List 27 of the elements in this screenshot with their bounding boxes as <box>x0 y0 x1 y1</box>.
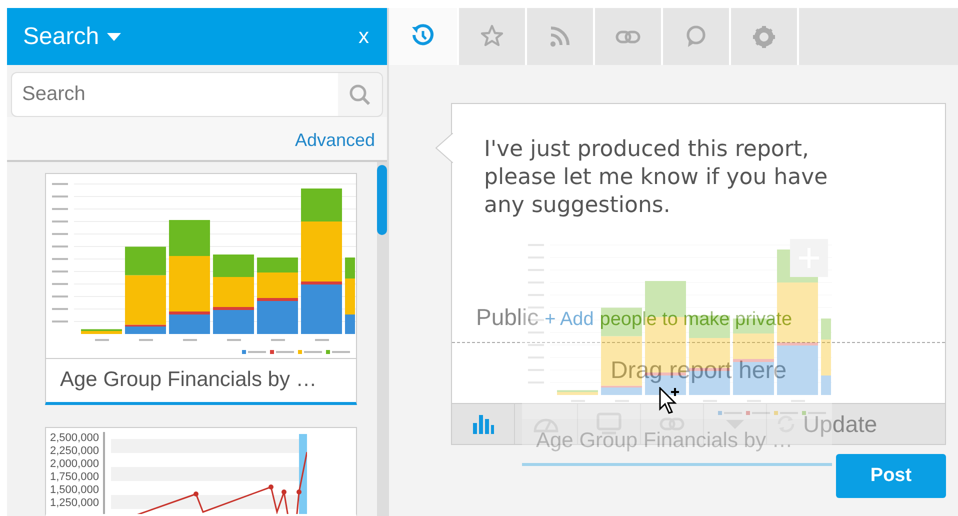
scrollbar[interactable] <box>377 162 387 516</box>
settings-icon <box>751 24 777 50</box>
message-text[interactable]: I've just produced this report, please let me know if you have any suggestions. <box>452 104 945 304</box>
advanced-link[interactable]: Advanced <box>294 130 375 152</box>
scrollbar-thumb[interactable] <box>377 165 387 235</box>
close-button[interactable]: x <box>356 24 371 48</box>
update-button[interactable]: Update <box>767 404 886 444</box>
add-people-link[interactable]: + Add <box>544 309 594 331</box>
report-card[interactable]: 2,500,000 2,250,000 2,000,000 1,750,000 1,500,000 1,250,000 <box>45 427 357 516</box>
mouse-pointer-icon <box>659 387 681 417</box>
axis-label: 1,250,000 <box>50 497 99 509</box>
stacked-bar <box>81 329 122 334</box>
report-card[interactable]: Age Group Financials by … <box>45 173 357 405</box>
search-menu-button[interactable]: Search <box>23 18 122 54</box>
axis-label: 1,750,000 <box>50 471 99 483</box>
report-title: Age Group Financials by … <box>46 358 356 402</box>
axis-label: 2,500,000 <box>50 432 99 444</box>
visibility-label: Public <box>476 304 539 331</box>
caret-down-icon <box>107 32 122 40</box>
plus-button-icon <box>790 239 828 277</box>
axis-label: 2,000,000 <box>50 458 99 470</box>
stacked-bar <box>557 390 598 395</box>
axis-label: 1,500,000 <box>50 484 99 496</box>
axis-label: 2,250,000 <box>50 445 99 457</box>
refresh-icon <box>775 413 797 435</box>
post-button[interactable]: Post <box>836 454 946 498</box>
tab[interactable] <box>389 8 459 65</box>
